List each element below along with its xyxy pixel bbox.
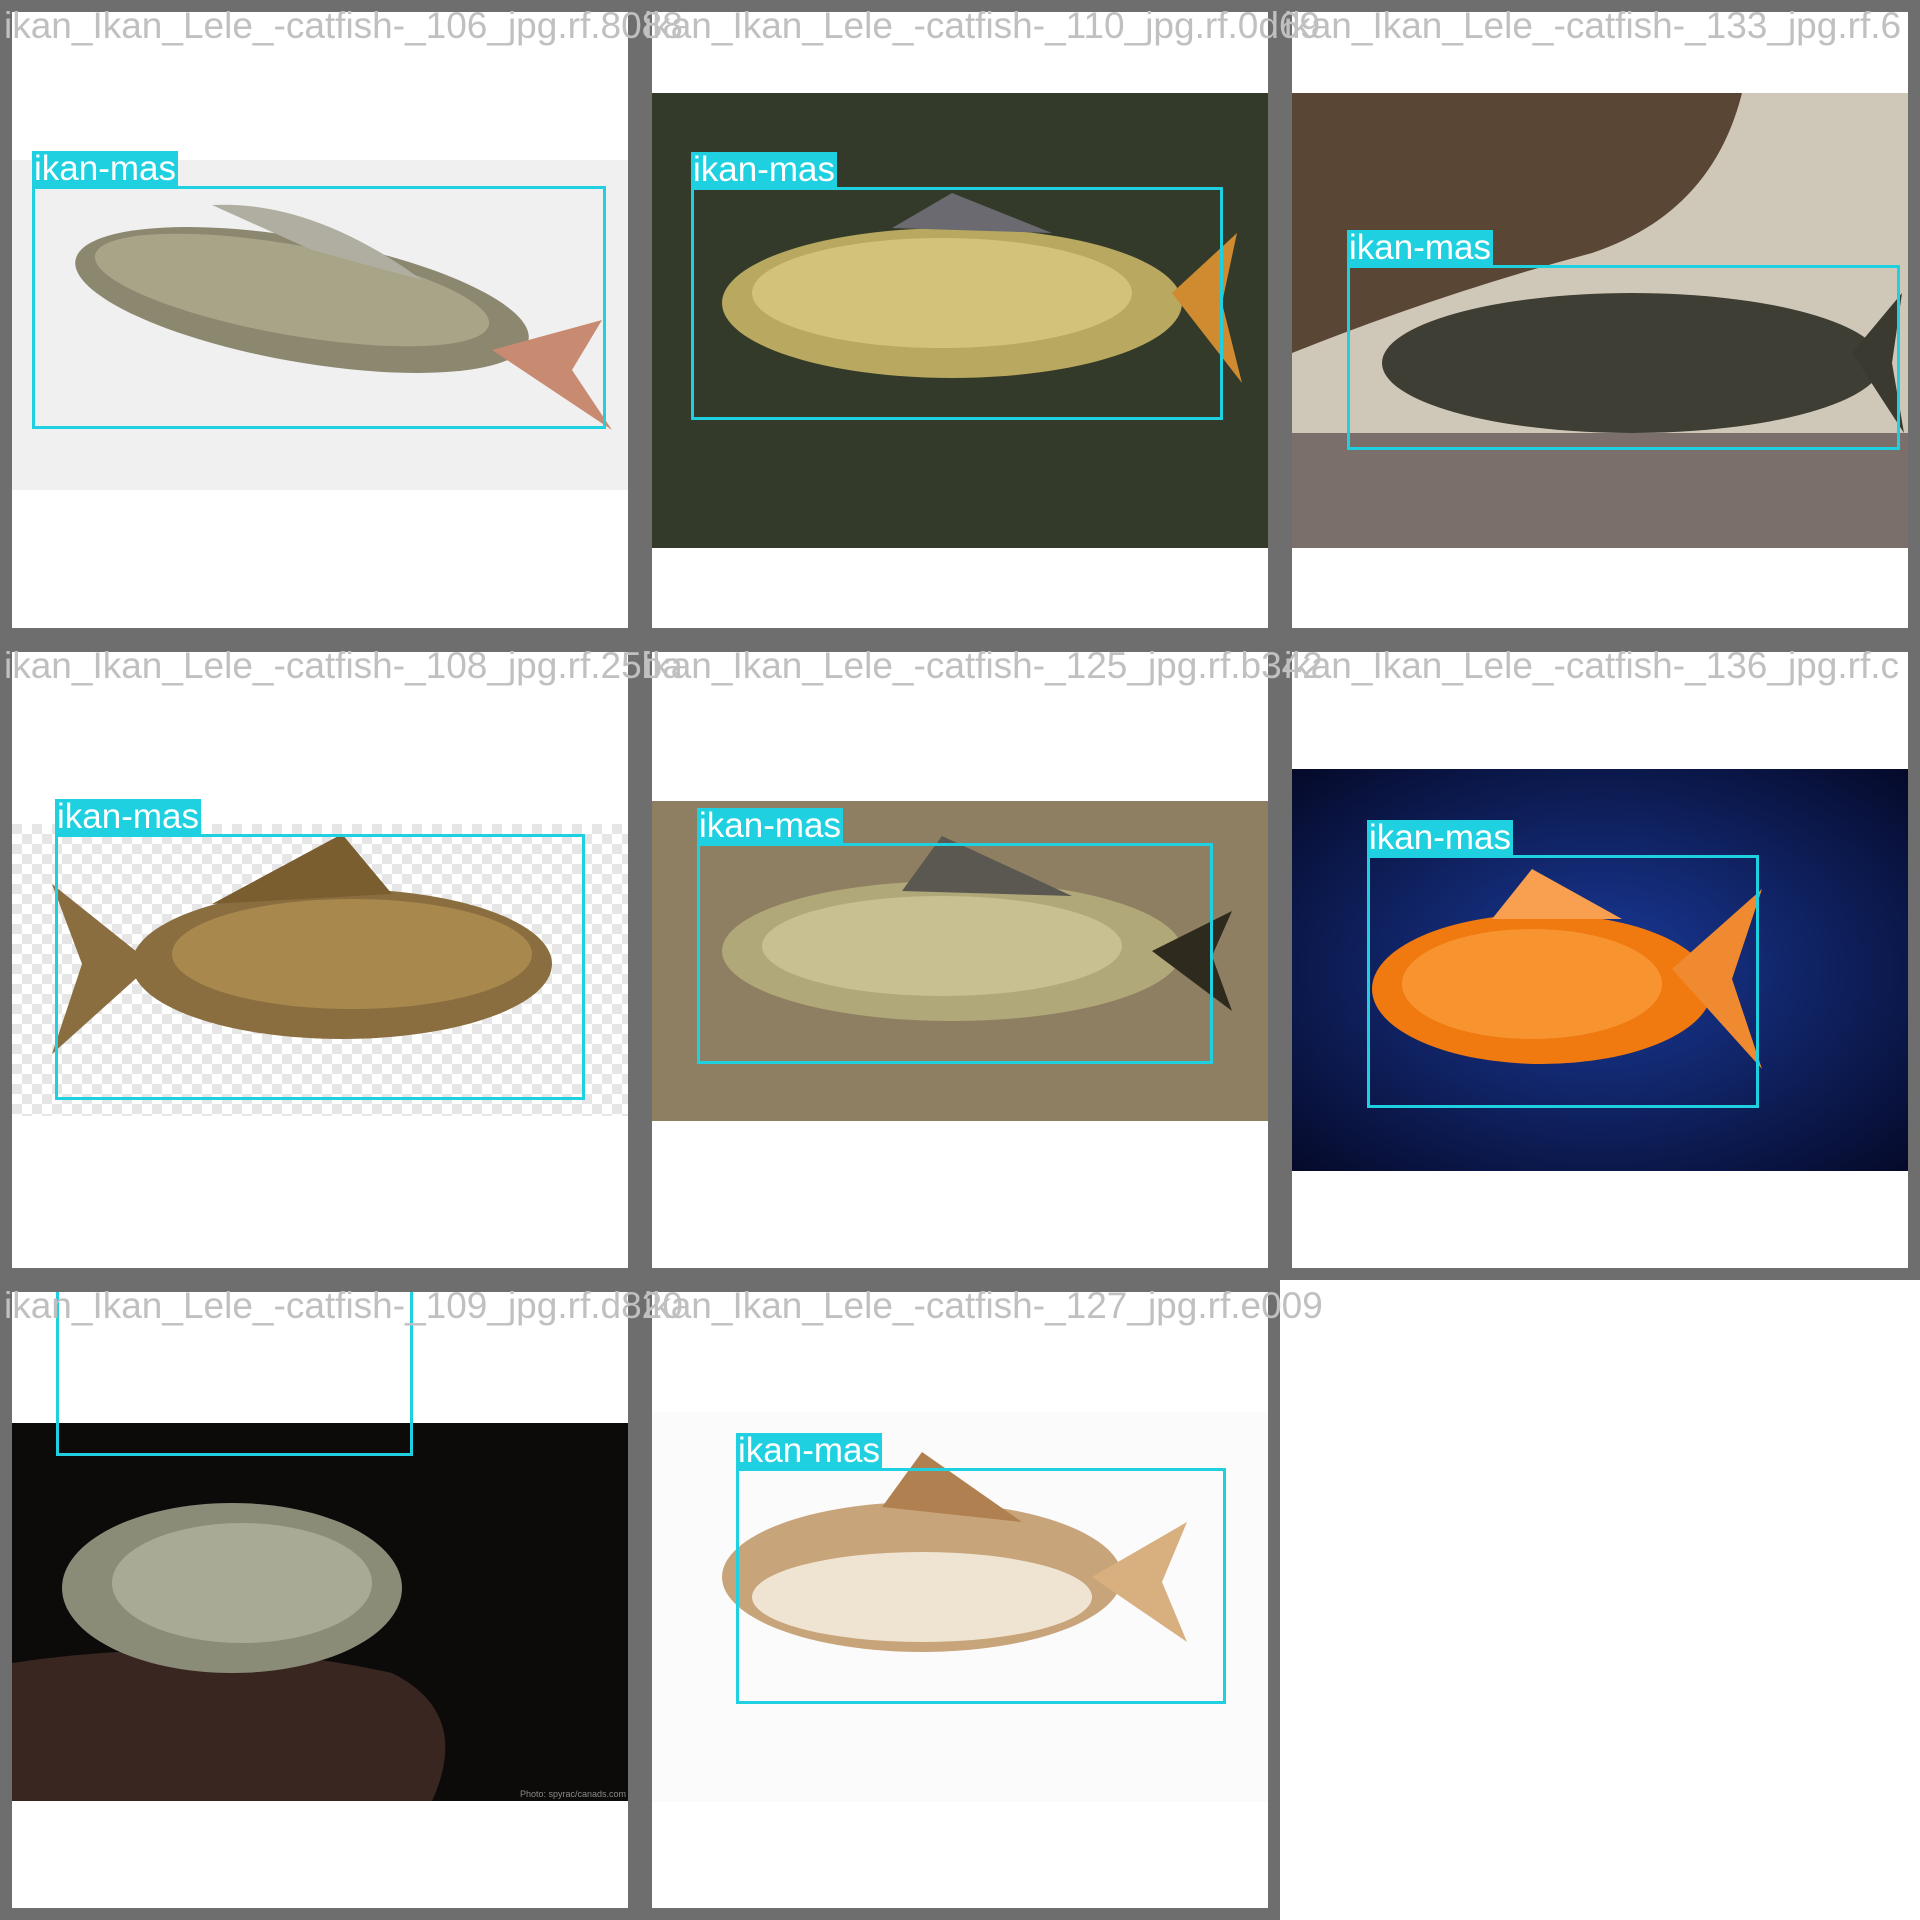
detection-label: ikan-mas	[32, 149, 178, 188]
detection-box: ikan-mas	[1347, 230, 1900, 450]
image-tile-5[interactable]: ikan-mas	[640, 640, 1280, 1280]
detection-box: ikan-mas	[32, 151, 606, 429]
image-tile-2[interactable]: ikan-mas	[640, 0, 1280, 640]
detection-label: ikan-mas	[1347, 228, 1493, 267]
fish-photo: Photo: spyrac/canads.com	[12, 1423, 628, 1801]
detection-label: ikan-mas	[736, 1431, 882, 1470]
detection-label: ikan-mas	[697, 806, 843, 845]
image-tile-1[interactable]: ikan-mas	[0, 0, 640, 640]
detection-label: ikan-mas	[55, 797, 201, 836]
detection-box: ikan-mas	[55, 799, 585, 1100]
photo-watermark: Photo: spyrac/canads.com	[519, 1789, 626, 1799]
detection-box: ikan-mas	[56, 1292, 413, 1456]
detection-box: ikan-mas	[1367, 820, 1759, 1108]
detection-box: ikan-mas	[691, 152, 1223, 420]
image-tile-4[interactable]: ikan-mas	[0, 640, 640, 1280]
image-tile-8[interactable]: ikan-mas	[640, 1280, 1280, 1920]
detection-label: ikan-mas	[1367, 818, 1513, 857]
image-tile-6[interactable]: ikan-mas	[1280, 640, 1920, 1280]
detection-box: ikan-mas	[736, 1433, 1226, 1704]
image-tile-7[interactable]: Photo: spyrac/canads.com ikan-mas	[0, 1280, 640, 1920]
detection-label: ikan-mas	[691, 150, 837, 189]
detection-box: ikan-mas	[697, 808, 1213, 1064]
image-tile-3[interactable]: ikan-mas	[1280, 0, 1920, 640]
